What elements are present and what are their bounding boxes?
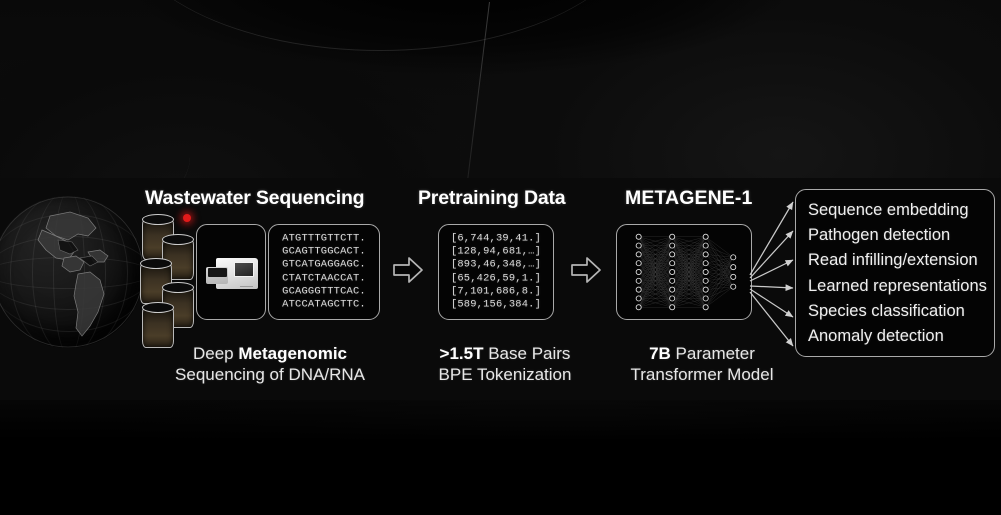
- output-item: Learned representations: [808, 276, 987, 295]
- caption-pretraining-line1-bold: >1.5T: [439, 344, 484, 363]
- token-array-line: [128,94,681,…]: [450, 245, 542, 258]
- caption-pretraining-line2: BPE Tokenization: [438, 365, 572, 384]
- sequencer-machine-card: [196, 224, 266, 320]
- pipeline-figure-panel: Wastewater Sequencing ATGTTTGTTCTT. GCAG…: [0, 178, 1001, 400]
- dna-sequence-line: GCAGTTGGCACT.: [282, 245, 366, 258]
- caption-wastewater-line1-bold: Metagenomic: [238, 344, 347, 363]
- caption-pretraining: >1.5T Base Pairs BPE Tokenization: [410, 343, 600, 385]
- caption-metagene-line1-bold: 7B: [649, 344, 671, 363]
- dna-sequence-line: ATCCATAGCTTC.: [282, 298, 366, 311]
- output-item: Read infilling/extension: [808, 251, 978, 270]
- output-item: Sequence embedding: [808, 201, 969, 219]
- caption-pretraining-line1-plain: Base Pairs: [483, 344, 571, 363]
- globe-icon: [0, 196, 144, 348]
- output-item: Species classification: [808, 301, 965, 320]
- dna-sequence-line: GCAGGGTTTCAC.: [282, 285, 366, 298]
- dna-sequence-line: ATGTTTGTTCTT.: [282, 232, 366, 245]
- caption-wastewater-line2: Sequencing of DNA/RNA: [175, 365, 365, 384]
- token-array-line: [6,744,39,41.]: [450, 232, 542, 245]
- right-block-arrow-icon: [391, 254, 425, 291]
- dna-sequence-list: ATGTTTGTTCTT. GCAGTTGGCACT. GTCATGAGGAGC…: [269, 232, 379, 311]
- output-item: Pathogen detection: [808, 226, 951, 245]
- dna-sequence-card: ATGTTTGTTCTT. GCAGTTGGCACT. GTCATGAGGAGC…: [268, 224, 380, 320]
- token-arrays-card: [6,744,39,41.] [128,94,681,…] [893,46,34…: [438, 224, 554, 320]
- model-outputs-list: Sequence embedding Pathogen detection Re…: [808, 198, 988, 349]
- dna-sequence-line: CTATCTAACCAT.: [282, 272, 366, 284]
- backdrop-curve-top: [120, 0, 640, 51]
- token-array-line: [893,46,348,…]: [450, 258, 542, 271]
- model-architecture-card: [616, 224, 752, 320]
- red-indicator-dot: [183, 214, 191, 222]
- backdrop-bottom-fade: [0, 387, 1001, 515]
- dna-sequencer-machine-icon: [206, 258, 258, 291]
- caption-wastewater: Deep Metagenomic Sequencing of DNA/RNA: [148, 343, 392, 385]
- model-outputs-card: Sequence embedding Pathogen detection Re…: [795, 189, 995, 357]
- stage-title-metagene: METAGENE-1: [625, 187, 753, 209]
- neural-network-diagram: [635, 233, 737, 311]
- dna-sequence-line: GTCATGAGGAGC.: [282, 258, 366, 271]
- right-block-arrow-icon: [569, 254, 603, 291]
- caption-wastewater-line1-plain: Deep: [192, 344, 239, 363]
- token-array-line: [65,426,59,1.]: [450, 272, 542, 284]
- token-array-line: [589,156,384.]: [450, 298, 542, 311]
- stage-title-pretraining: Pretraining Data: [418, 187, 566, 209]
- token-array-line: [7,101,686,8.]: [450, 285, 542, 298]
- caption-metagene-line1-plain: Parameter: [670, 344, 755, 363]
- output-item: Anomaly detection: [808, 327, 944, 346]
- token-array-list: [6,744,39,41.] [128,94,681,…] [893,46,34…: [439, 232, 553, 311]
